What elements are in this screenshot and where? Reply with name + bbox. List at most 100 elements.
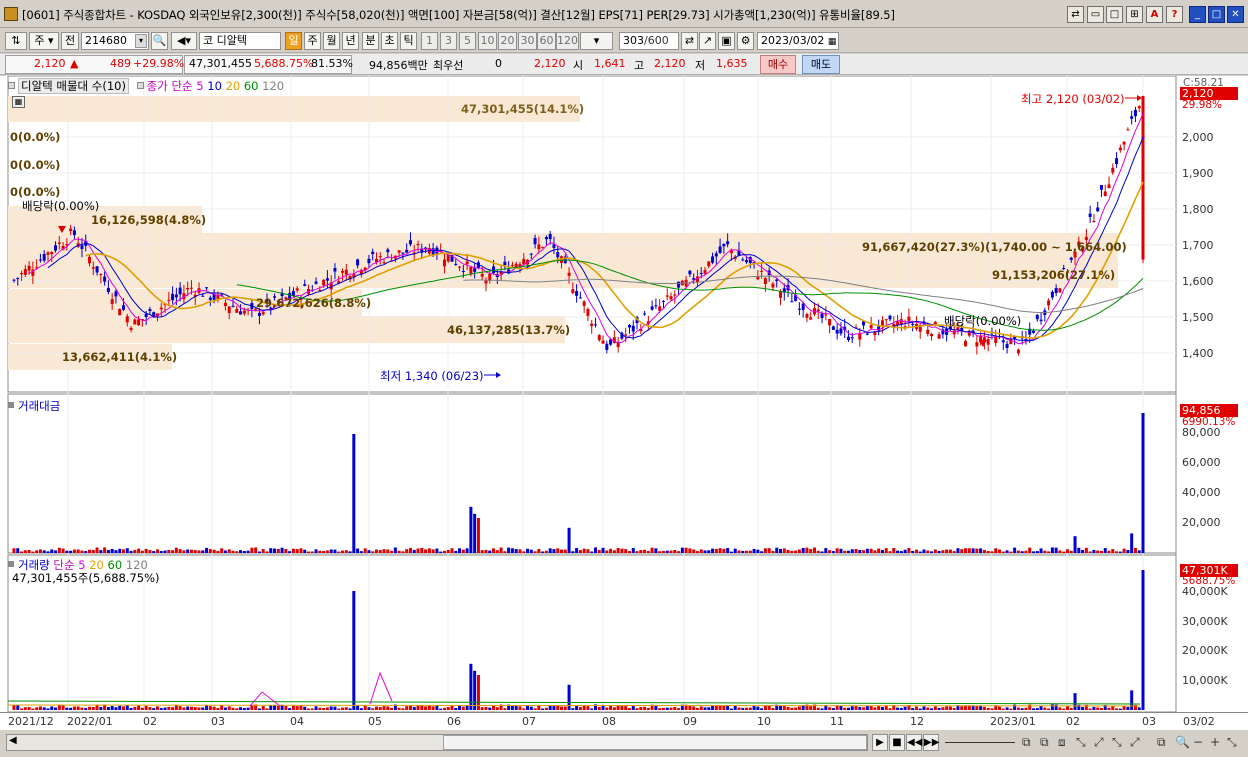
candle-body <box>367 258 371 264</box>
window-a-icon[interactable]: ⧉ <box>1022 735 1031 750</box>
tool-icon[interactable]: ↗ <box>699 32 716 50</box>
interval-10[interactable]: 10 <box>478 32 497 50</box>
amount-bar <box>129 550 133 553</box>
candle-body <box>469 266 473 274</box>
grid-icon[interactable]: ▦ <box>12 96 25 108</box>
amount-bar <box>1001 551 1005 553</box>
volume-bar <box>1009 708 1013 710</box>
interval-120[interactable]: 120 <box>556 32 579 50</box>
close-button[interactable]: ✕ <box>1227 6 1244 23</box>
buy-button[interactable]: 매수 <box>760 55 796 74</box>
draw-d-icon[interactable]: ⤢ <box>1130 735 1140 750</box>
interval-30[interactable]: 30 <box>518 32 537 50</box>
period-day[interactable]: 일 <box>285 32 302 50</box>
amount-bar <box>718 548 722 553</box>
window-b-icon[interactable]: ⧉ <box>1040 735 1049 750</box>
sell-button[interactable]: 매도 <box>802 55 840 74</box>
volume-bar <box>729 708 733 710</box>
draw-b-icon[interactable]: ⤢ <box>1094 735 1104 750</box>
zoom-in-icon[interactable]: + <box>1210 735 1220 749</box>
window-c-icon[interactable]: ⧈ <box>1058 735 1066 750</box>
amount-bar <box>677 551 681 553</box>
period-month[interactable]: 월 <box>323 32 340 50</box>
amount-bar <box>684 547 688 553</box>
amount-bar <box>356 548 360 553</box>
candle-body <box>205 287 209 289</box>
candle-body <box>771 283 775 288</box>
candle-body <box>235 308 239 313</box>
interval-20[interactable]: 20 <box>498 32 517 50</box>
search-icon[interactable]: 🔍 <box>151 32 168 50</box>
arrows-icon[interactable]: ⇄ <box>681 32 698 50</box>
candle-body <box>1050 291 1054 298</box>
pin-icon[interactable]: ⇅ <box>5 32 27 50</box>
count-field[interactable]: 303/600 <box>619 32 679 50</box>
amount-bar <box>646 550 650 553</box>
zoom-out-icon[interactable]: − <box>1193 735 1203 749</box>
speaker-icon[interactable]: ◀▾ <box>171 32 197 50</box>
zoom-search-icon[interactable]: 🔍 <box>1175 735 1190 749</box>
candle-body <box>824 314 828 316</box>
help-icon[interactable]: ? <box>1166 6 1183 23</box>
minimize-small-icon[interactable]: ▭ <box>1087 6 1104 23</box>
window-icon[interactable]: □ <box>1106 6 1123 23</box>
interval-dropdown[interactable]: ▾ <box>580 32 613 50</box>
date-field[interactable]: 2023/03/02 ▦ <box>757 32 839 50</box>
period-week[interactable]: 주 <box>304 32 321 50</box>
period-minute[interactable]: 분 <box>362 32 379 50</box>
forward-icon[interactable]: ▶▶ <box>923 734 939 751</box>
link-icon[interactable]: ⇄ <box>1067 6 1084 23</box>
zoom-slider[interactable] <box>945 733 1015 743</box>
volume-bar <box>223 707 227 710</box>
amount-bar <box>378 550 382 553</box>
amount-bar <box>986 550 990 553</box>
stop-icon[interactable]: ■ <box>889 734 905 751</box>
volume-bar <box>1065 706 1069 710</box>
y-tick-2000: 2,000 <box>1182 131 1214 144</box>
period-tick[interactable]: 틱 <box>400 32 417 50</box>
zoom-max-icon[interactable]: ⤡ <box>1227 735 1237 750</box>
amount-bar <box>692 549 696 553</box>
chart-scrollbar[interactable]: ◀ <box>6 734 868 751</box>
period-second[interactable]: 초 <box>381 32 398 50</box>
amount-bar <box>435 548 439 553</box>
volume-bar <box>911 707 915 710</box>
change: 489 <box>110 57 131 70</box>
draw-c-icon[interactable]: ⤡ <box>1112 735 1122 750</box>
font-icon[interactable]: A <box>1146 6 1163 23</box>
amount-bar <box>420 547 424 553</box>
interval-60[interactable]: 60 <box>537 32 556 50</box>
chart-svg[interactable] <box>0 76 1248 712</box>
amount-bar <box>737 550 741 553</box>
window-d-icon[interactable]: ⧉ <box>1157 735 1166 750</box>
amount-bar <box>752 548 756 553</box>
interval-1[interactable]: 1 <box>421 32 438 50</box>
save-icon[interactable]: ▣ <box>718 32 735 50</box>
minimize-button[interactable]: _ <box>1189 6 1206 23</box>
mode-button[interactable]: 전 <box>61 32 79 50</box>
interval-3[interactable]: 3 <box>440 32 457 50</box>
layout-icon[interactable]: ⊞ <box>1126 6 1143 23</box>
amount-bar <box>84 551 88 553</box>
rewind-icon[interactable]: ◀◀ <box>906 734 922 751</box>
chart-area[interactable]: 디알텍 매물대 수(10) 종가 단순 5 10 20 60 120 ▦ 47,… <box>0 76 1248 712</box>
candle-body <box>257 312 261 316</box>
period-year[interactable]: 년 <box>342 32 359 50</box>
code-input[interactable]: 214680 ▾ <box>81 32 149 50</box>
amount-bar <box>828 550 832 553</box>
amount-bar <box>393 547 397 553</box>
draw-a-icon[interactable]: ⤡ <box>1076 735 1086 750</box>
market-select[interactable]: 주 ▾ <box>29 32 59 50</box>
amount-bar <box>601 547 605 553</box>
interval-5[interactable]: 5 <box>459 32 476 50</box>
y-tick-1600: 1,600 <box>1182 275 1214 288</box>
play-icon[interactable]: ▶ <box>872 734 888 751</box>
volume-bar <box>828 707 832 710</box>
stock-name-field[interactable]: 코 디알텍 <box>199 32 281 50</box>
gear-icon[interactable]: ⚙ <box>737 32 754 50</box>
candle-body <box>763 278 767 284</box>
amount-bar <box>344 550 348 553</box>
scroll-thumb[interactable] <box>443 735 867 750</box>
maximize-button[interactable]: □ <box>1208 6 1225 23</box>
x-tick: 04 <box>290 715 304 728</box>
